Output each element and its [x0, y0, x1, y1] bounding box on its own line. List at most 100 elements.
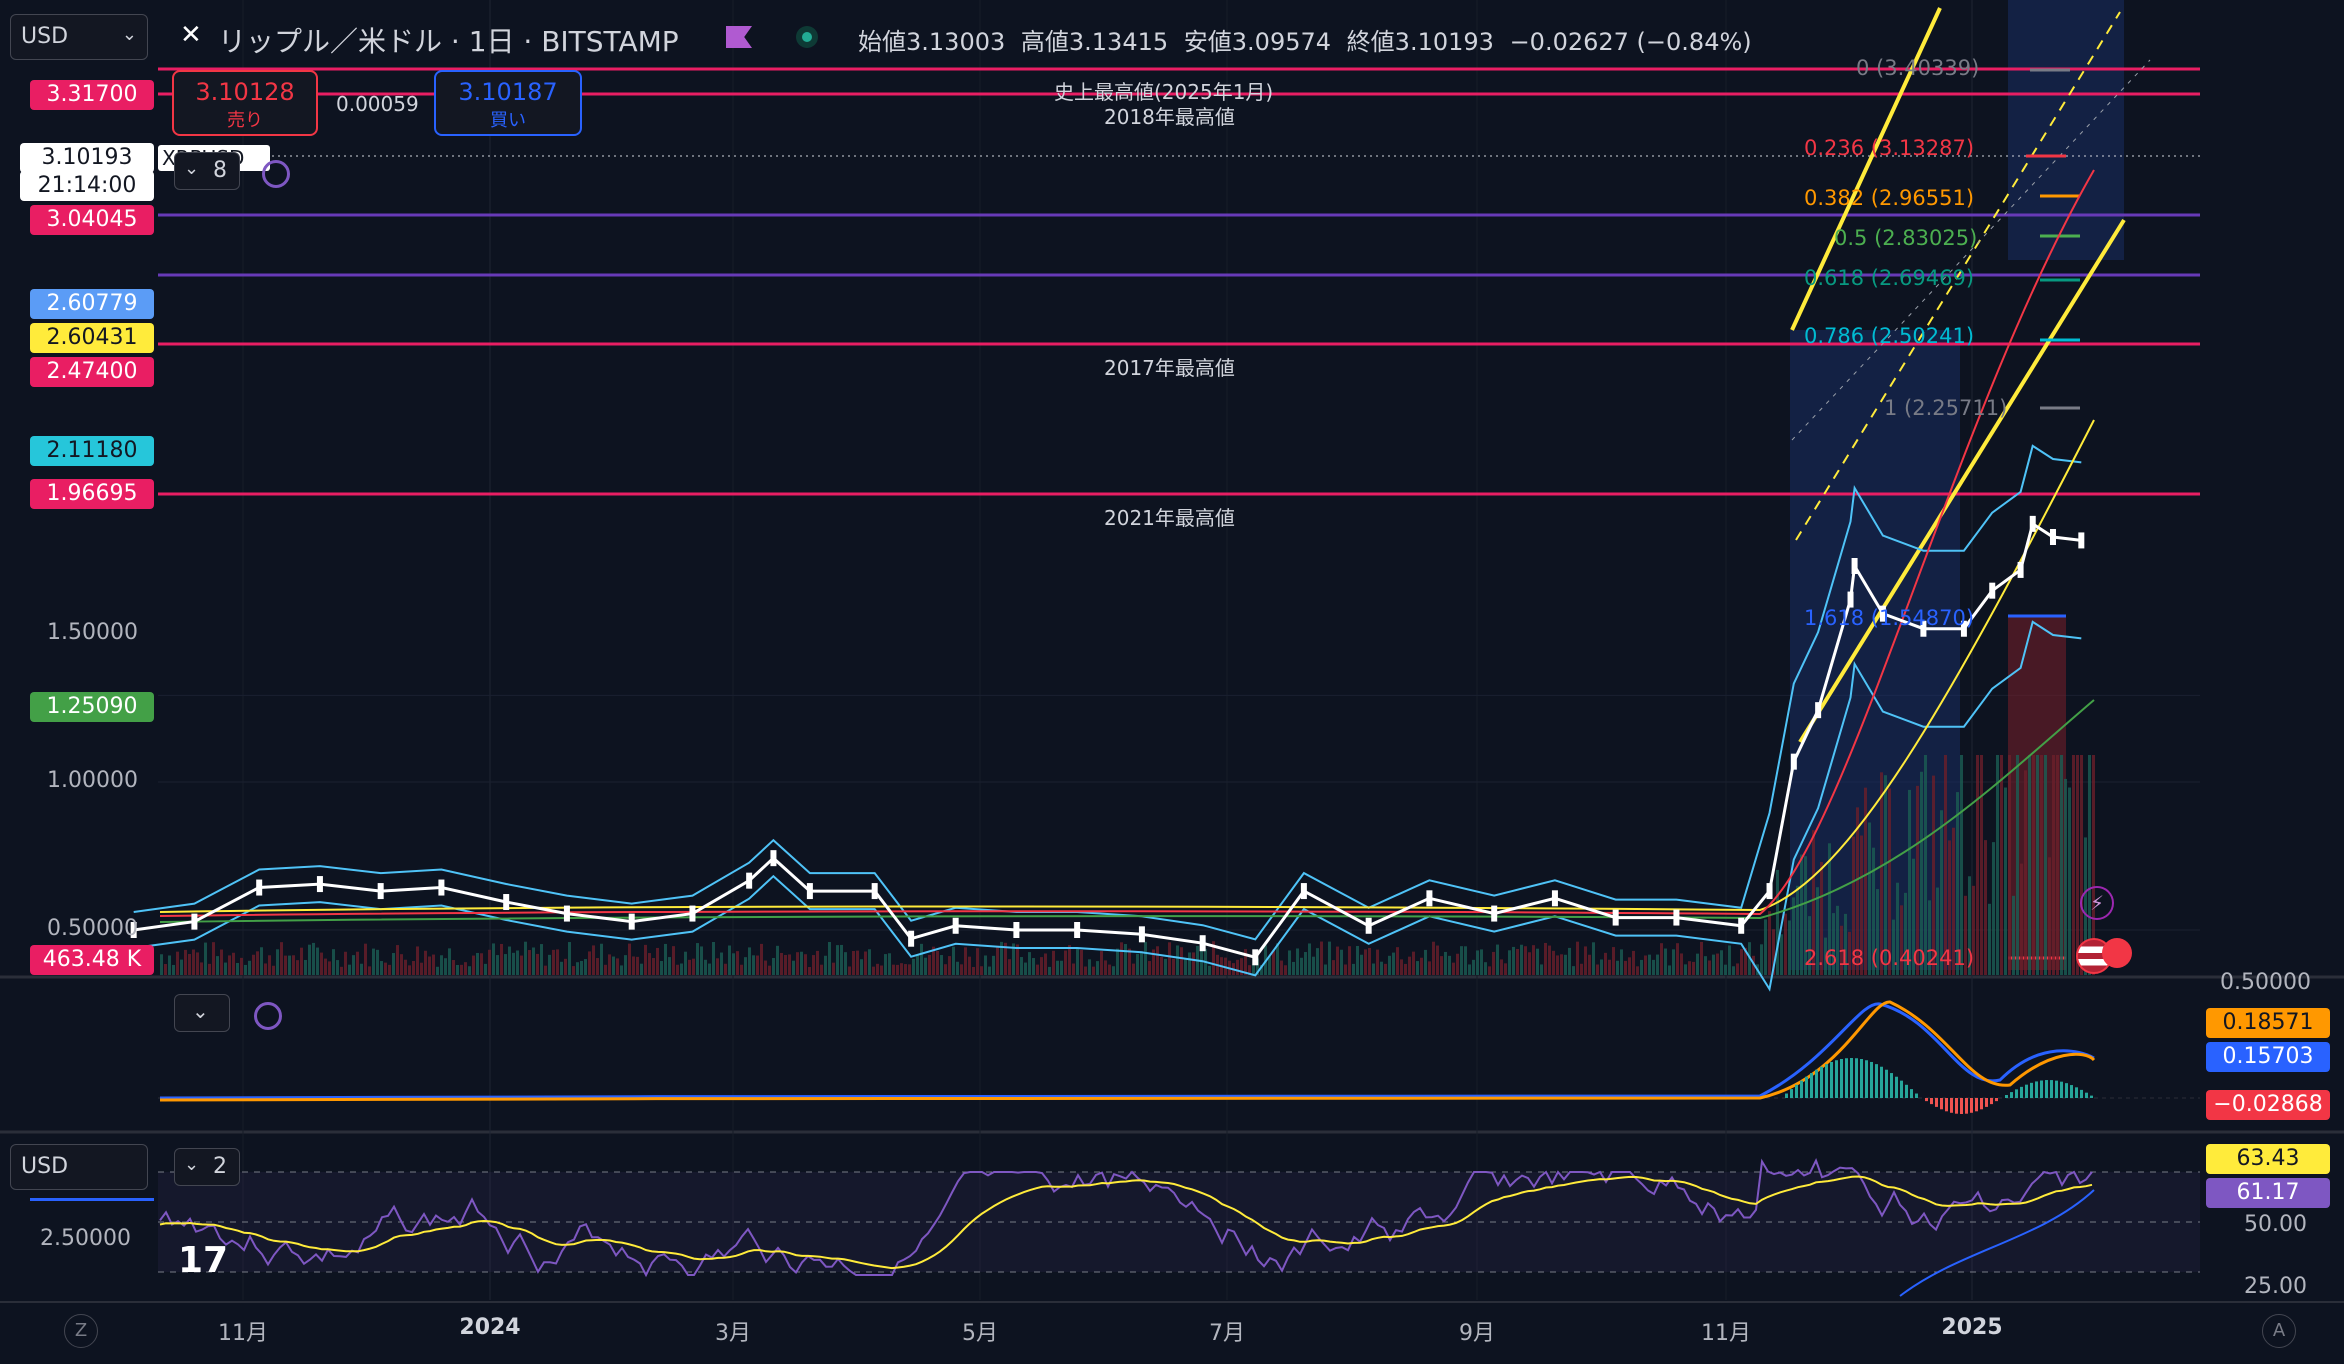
- volume-bar: [1596, 964, 1599, 975]
- volume-bar: [688, 959, 691, 975]
- volume-bar: [1452, 962, 1455, 975]
- volume-bar: [292, 955, 295, 975]
- indicators-collapse-button[interactable]: ⌄ 8: [174, 152, 240, 190]
- volume-bar: [412, 961, 415, 975]
- rsi-currency-selector[interactable]: USD: [10, 1144, 148, 1190]
- volume-bar: [892, 964, 895, 975]
- macd-refresh-icon[interactable]: [254, 1002, 282, 1030]
- volume-bar: [1528, 952, 1531, 975]
- market-status-icon[interactable]: [796, 26, 818, 48]
- macd-histogram-bar: [1820, 1066, 1823, 1098]
- macd-histogram-bar: [2015, 1089, 2018, 1098]
- lightning-icon[interactable]: ⚡: [2080, 886, 2114, 920]
- volume-bar: [360, 963, 363, 975]
- volume-bar: [816, 950, 819, 975]
- macd-histogram-bar: [2060, 1081, 2063, 1098]
- volume-bar: [256, 951, 259, 975]
- volume-bar: [1316, 948, 1319, 975]
- volume-bar: [2056, 755, 2059, 975]
- volume-bar: [1332, 960, 1335, 975]
- volume-bar: [2064, 778, 2067, 975]
- macd-histogram-bar: [1800, 1080, 1803, 1098]
- volume-bar: [1668, 965, 1671, 975]
- volume-bar: [356, 951, 359, 975]
- volume-bar: [1088, 959, 1091, 975]
- volume-bar: [1272, 950, 1275, 975]
- rsi-scale[interactable]: 63.43 61.17 50.00 25.00: [2200, 1130, 2344, 1300]
- volume-bar: [1464, 946, 1467, 975]
- volume-bar: [1208, 965, 1211, 975]
- volume-bar: [1108, 964, 1111, 975]
- volume-bar: [500, 943, 503, 975]
- auto-scale-button-right[interactable]: A: [2262, 1314, 2296, 1348]
- macd-histogram-bar: [1990, 1098, 1993, 1105]
- volume-bar: [1636, 966, 1639, 975]
- volume-bar: [1448, 955, 1451, 975]
- refresh-icon[interactable]: [262, 160, 290, 188]
- volume-bar: [660, 961, 663, 975]
- volume-bar: [1540, 964, 1543, 975]
- macd-histogram-bar: [2080, 1089, 2083, 1098]
- price-candle: [908, 930, 915, 947]
- volume-bar: [1524, 946, 1527, 975]
- rsi-tag-ma: 63.43: [2206, 1144, 2330, 1174]
- volume-bar: [692, 958, 695, 975]
- close-value: 3.10193: [1394, 28, 1494, 56]
- macd-scale[interactable]: 0.50000 0.18571 0.15703 −0.02868: [2200, 966, 2344, 1126]
- change-value: −0.02627 (−0.84%): [1509, 28, 1752, 56]
- volume-bar: [1480, 949, 1483, 975]
- volume-bar: [1308, 943, 1311, 975]
- volume-bar: [1444, 951, 1447, 975]
- volume-bar: [248, 960, 251, 975]
- price-candle: [316, 876, 323, 893]
- macd-histogram-bar: [2035, 1081, 2038, 1098]
- volume-bar: [1436, 945, 1439, 975]
- volume-bar: [1608, 959, 1611, 975]
- a-label: A: [2272, 1320, 2286, 1341]
- volume-bar: [980, 966, 983, 975]
- buy-button[interactable]: 3.10187 買い: [434, 70, 582, 136]
- volume-bar: [312, 942, 315, 975]
- macd-histogram-bar: [1810, 1073, 1813, 1098]
- event-icon[interactable]: [2102, 938, 2132, 968]
- price-candle: [689, 905, 696, 922]
- volume-bar: [1280, 960, 1283, 975]
- volume-bar: [2004, 787, 2007, 975]
- volume-bar: [160, 954, 163, 975]
- macd-histogram-bar: [2085, 1092, 2088, 1098]
- macd-histogram-bar: [1830, 1061, 1833, 1098]
- volume-bar: [1404, 963, 1407, 975]
- sell-button[interactable]: 3.10128 売り: [172, 70, 318, 136]
- volume-bar: [1508, 950, 1511, 975]
- volume-bar: [204, 942, 207, 975]
- price-candle: [191, 913, 198, 930]
- time-label: 9月: [1459, 1321, 1495, 1346]
- time-label: 11月: [1701, 1321, 1751, 1346]
- volume-bar: [1304, 952, 1307, 975]
- volume-bar: [568, 942, 571, 975]
- price-scale[interactable]: 3.31700 3.10193 21:14:00 3.04045 2.60779…: [0, 0, 158, 975]
- fib-1-label: 1 (2.25711): [1884, 396, 2008, 420]
- close-label: 終値: [1346, 28, 1395, 56]
- macd-histogram-bar: [1955, 1098, 1958, 1114]
- volume-bar: [1164, 958, 1167, 975]
- volume-bar: [1408, 956, 1411, 975]
- macd-collapse-button[interactable]: ⌄: [174, 994, 230, 1032]
- volume-bar: [2036, 755, 2039, 975]
- rsi-collapse-button[interactable]: ⌄ 2: [174, 1148, 240, 1186]
- volume-bar: [1028, 952, 1031, 975]
- volume-bar: [632, 956, 635, 975]
- macd-histogram-bar: [1975, 1098, 1978, 1112]
- macd-histogram-bar: [2040, 1080, 2043, 1098]
- volume-bar: [1568, 947, 1571, 975]
- auto-scale-button-left[interactable]: Z: [64, 1314, 98, 1348]
- volume-bar: [872, 966, 875, 975]
- volume-bar: [588, 951, 591, 975]
- volume-bar: [1016, 944, 1019, 975]
- volume-bar: [740, 964, 743, 975]
- volume-bar: [1708, 960, 1711, 975]
- macd-histogram-bar: [1910, 1089, 1913, 1098]
- volume-bar: [1984, 840, 1987, 975]
- volume-bar: [196, 952, 199, 975]
- chart-canvas[interactable]: [0, 0, 2344, 1364]
